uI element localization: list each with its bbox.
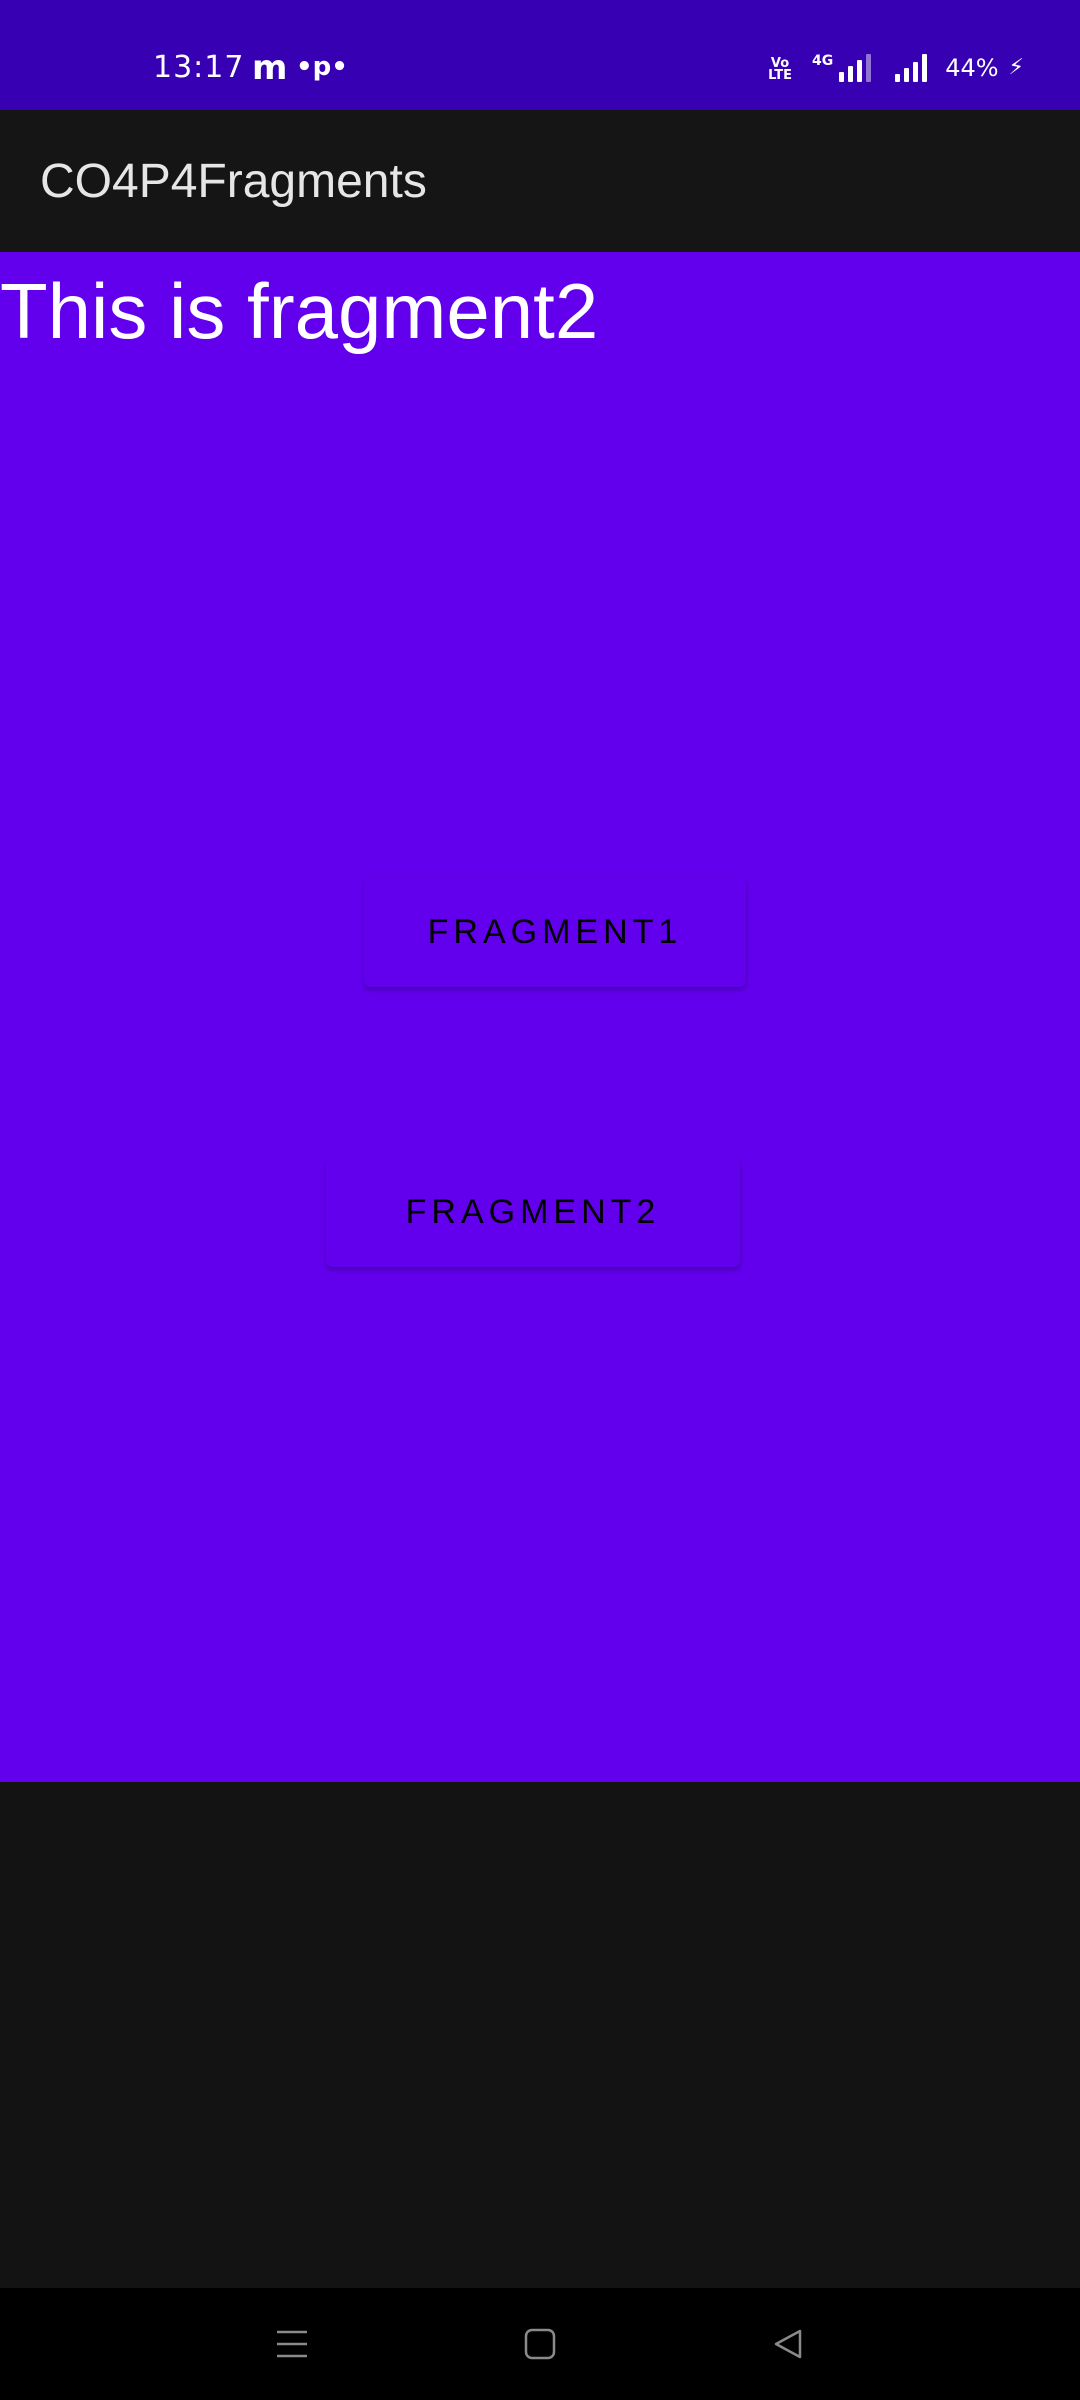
fragment-heading: This is fragment2 (0, 267, 599, 355)
navigation-bar (0, 2288, 1080, 2400)
back-icon[interactable] (758, 2316, 818, 2372)
fragment2-button-label: FRAGMENT2 (405, 1192, 661, 1231)
app-bar: CO4P4Fragments (0, 110, 1080, 252)
volte-icon: Vo LTE (768, 57, 792, 83)
charging-bolt-icon: ⚡ (1008, 55, 1024, 80)
status-time: 13:17 (153, 50, 245, 85)
recent-apps-icon[interactable] (262, 2316, 322, 2372)
volte-label-bottom: LTE (768, 68, 792, 83)
status-bar: 13:17 m •p• Vo LTE 4G 44% ⚡ (0, 0, 1080, 110)
notification-m-icon: m (252, 48, 288, 88)
fragment1-button-label: FRAGMENT1 (427, 912, 683, 951)
signal-sim1-icon: 4G (811, 53, 872, 82)
battery-percent: 44% (945, 54, 999, 82)
fragment2-button[interactable]: FRAGMENT2 (326, 1157, 740, 1267)
network-type-label: 4G (811, 53, 834, 69)
signal-sim2-icon (895, 54, 928, 82)
screen: 13:17 m •p• Vo LTE 4G 44% ⚡ CO4P4Fragmen… (0, 0, 1080, 2400)
status-indicators: Vo LTE 4G 44% ⚡ (768, 54, 1024, 82)
fragment1-button[interactable]: FRAGMENT1 (364, 877, 746, 987)
home-icon[interactable] (510, 2316, 570, 2372)
notification-p-icon: •p• (296, 52, 348, 82)
app-title: CO4P4Fragments (40, 155, 427, 208)
fragment-container: This is fragment2 FRAGMENT1 FRAGMENT2 (0, 252, 1080, 1782)
